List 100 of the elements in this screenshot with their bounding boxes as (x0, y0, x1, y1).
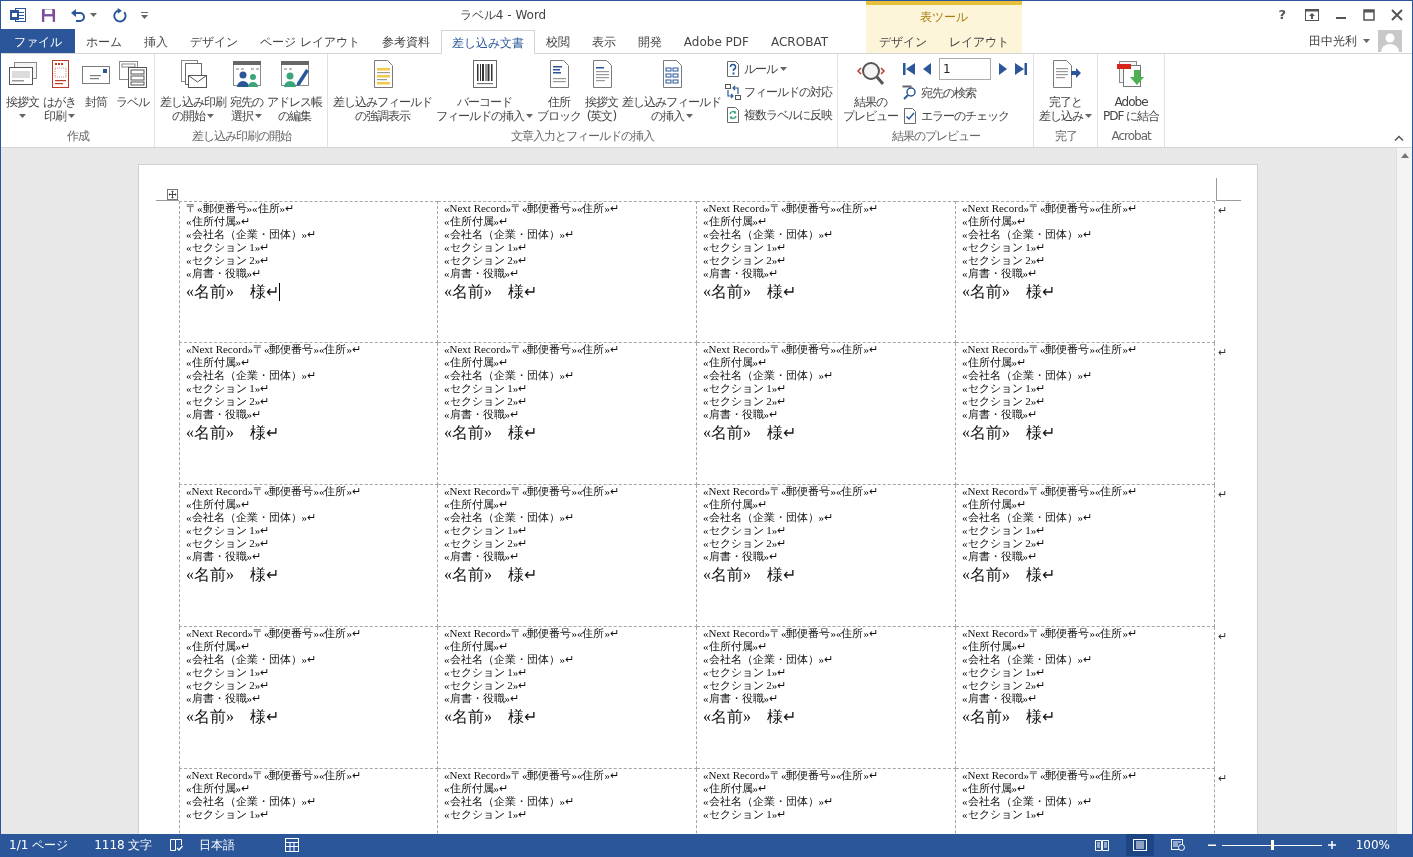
ribbon-tab[interactable]: 表示 (580, 29, 627, 53)
ribbon-button[interactable]: 差し込みフィールド の挿入 (620, 56, 723, 128)
ribbon-tab[interactable]: ACROBAT (760, 29, 839, 53)
merge-field-line: «セクション 2»↵ (186, 395, 270, 408)
vertical-scrollbar[interactable] (1396, 148, 1412, 834)
ribbon-button[interactable]: エラーのチェック (900, 104, 1030, 127)
merge-field-line: «肩書・役職»↵ (186, 692, 261, 705)
merge-field-line: «セクション 1»↵ (962, 382, 1046, 395)
ribbon-button[interactable]: 住所 ブロック (535, 56, 583, 128)
word-count[interactable]: 1118 文字 (94, 836, 153, 854)
merge-field-line: «Next Record»〒«郵便番号»«住所»↵ (444, 343, 619, 356)
view-button[interactable] (1125, 834, 1154, 856)
merge-field-line: «会社名（企業・団体）»↵ (962, 369, 1092, 382)
previous-record-icon[interactable] (921, 63, 933, 75)
table-move-handle-icon[interactable] (167, 189, 178, 200)
ribbon-button[interactable]: 複数ラベルに反映 (723, 103, 834, 126)
ribbon-button[interactable]: バーコード フィールドの挿入 (434, 56, 535, 128)
ribbon-button[interactable]: 差し込み印刷 の開始 (158, 56, 228, 128)
ribbon-button[interactable]: Adobe PDF に結合 (1101, 56, 1162, 128)
group-label: 差し込み印刷の開始 (191, 128, 291, 145)
ribbon-tab[interactable]: レイアウト (938, 29, 1020, 53)
ribbon-button[interactable]: 完了と 差し込み (1037, 56, 1094, 128)
merge-field-line: «会社名（企業・団体）»↵ (186, 653, 316, 666)
zoom-slider[interactable] (1221, 840, 1322, 850)
customize-toolbar-icon[interactable] (141, 11, 148, 19)
table-document-icon[interactable] (284, 838, 299, 852)
merge-field-line: «セクション 2»↵ (962, 395, 1046, 408)
ribbon-button[interactable]: はがき 印刷 (41, 56, 78, 128)
ribbon-tab[interactable]: 挿入 (133, 29, 179, 53)
merge-field-line: «住所付属»↵ (962, 782, 1026, 795)
zoom-in-icon[interactable] (1327, 841, 1336, 849)
file-tab[interactable]: ファイル (1, 29, 75, 53)
check-document-icon (902, 107, 918, 124)
last-record-icon[interactable] (1015, 63, 1027, 75)
merge-field-line: «肩書・役職»↵ (186, 267, 261, 280)
ribbon-button[interactable]: ラベル (114, 56, 151, 128)
merge-field-line: «セクション 2»↵ (962, 679, 1046, 692)
name-field-line: «名前» 様↵ (444, 707, 537, 727)
ribbon-button[interactable]: ルール (723, 57, 834, 80)
ribbon-tab[interactable]: Adobe PDF (672, 29, 760, 53)
user-name[interactable]: 田中光利 (1309, 32, 1357, 51)
merge-field-line: «会社名（企業・団体）»↵ (962, 511, 1092, 524)
ribbon-button[interactable]: アドレス帳 の編集 (265, 56, 324, 128)
language-indicator[interactable]: 日本語 (198, 836, 235, 854)
merge-field-line: «会社名（企業・団体）»↵ (186, 511, 316, 524)
ribbon-tab[interactable]: ページ レイアウト (249, 29, 371, 53)
merge-field-line: «会社名（企業・団体）»↵ (186, 369, 316, 382)
merge-field-line: «セクション 1»↵ (703, 808, 787, 821)
collapse-ribbon-icon[interactable] (1394, 135, 1404, 141)
ribbon-tab[interactable]: 校閲 (534, 29, 581, 53)
close-icon[interactable] (1391, 9, 1403, 22)
ribbon-display-options-icon[interactable] (1305, 9, 1319, 22)
merge-field-line: «Next Record»〒«郵便番号»«住所»↵ (962, 485, 1137, 498)
proofing-book-icon[interactable] (168, 838, 183, 852)
ribbon-tab[interactable]: 開発 (626, 29, 673, 53)
merge-field-line: «住所付属»↵ (186, 640, 250, 653)
scroll-up-icon[interactable] (1400, 153, 1409, 158)
ribbon-button[interactable]: 封筒 (78, 56, 114, 128)
merge-field-line: «Next Record»〒«郵便番号»«住所»↵ (703, 485, 878, 498)
group-label: 完了 (1054, 128, 1077, 145)
ribbon-button[interactable]: 宛先の 選択 (228, 56, 265, 128)
ribbon-button[interactable]: フィールドの対応 (723, 80, 834, 103)
merge-field-line: «住所付属»↵ (186, 782, 250, 795)
row-end-mark: ↵ (1217, 487, 1227, 500)
merge-field-line: «肩書・役職»↵ (703, 692, 778, 705)
name-field-line: «名前» 様↵ (703, 565, 796, 585)
ribbon-button[interactable]: 挨拶文 (4, 56, 41, 128)
ribbon-button[interactable]: 結果の プレビュー (841, 56, 900, 128)
redo-icon[interactable] (113, 7, 128, 23)
ribbon-button[interactable]: 挨拶文 (英文) (583, 56, 620, 128)
page-count[interactable]: 1/1 ページ (9, 836, 69, 854)
word-logo-icon[interactable] (10, 7, 26, 23)
merge-field-line: «住所付属»↵ (444, 215, 508, 228)
question-document-icon (725, 60, 741, 77)
row-end-mark: ↵ (1217, 771, 1227, 784)
merge-field-line: «セクション 1»↵ (962, 524, 1046, 537)
merge-field-line: «セクション 2»↵ (444, 679, 528, 692)
ribbon-tab[interactable]: ホーム (75, 29, 133, 53)
next-record-icon[interactable] (997, 63, 1009, 75)
merge-field-line: «住所付属»↵ (186, 356, 250, 369)
ribbon-tab[interactable]: 差し込み文書 (440, 30, 535, 54)
zoom-level[interactable]: 100% (1355, 836, 1390, 854)
people-pencil-icon (278, 58, 311, 90)
context-tab-group-label: 表ツール (920, 9, 968, 26)
ribbon-button[interactable]: 差し込みフィールド の強調表示 (331, 56, 434, 128)
merge-field-line: «住所付属»↵ (444, 640, 508, 653)
undo-icon[interactable] (70, 7, 86, 23)
first-record-icon[interactable] (903, 63, 915, 75)
name-field-line: «名前» 様↵ (962, 565, 1055, 585)
name-field-line: «名前» 様↵ (186, 423, 279, 443)
ribbon-tab[interactable]: デザイン (179, 29, 249, 53)
save-icon[interactable] (41, 7, 56, 23)
zoom-slider-thumb[interactable] (1270, 840, 1274, 850)
help-button[interactable]: ? (1275, 5, 1289, 25)
merge-field-line: «セクション 1»↵ (186, 382, 270, 395)
ribbon-button[interactable]: 宛先の検索 (900, 81, 1030, 104)
ribbon-tab[interactable]: デザイン (868, 29, 938, 53)
ribbon-tab[interactable]: 参考資料 (370, 29, 441, 53)
record-number-field[interactable]: 1 (939, 58, 991, 80)
maximize-icon[interactable] (1363, 9, 1375, 22)
